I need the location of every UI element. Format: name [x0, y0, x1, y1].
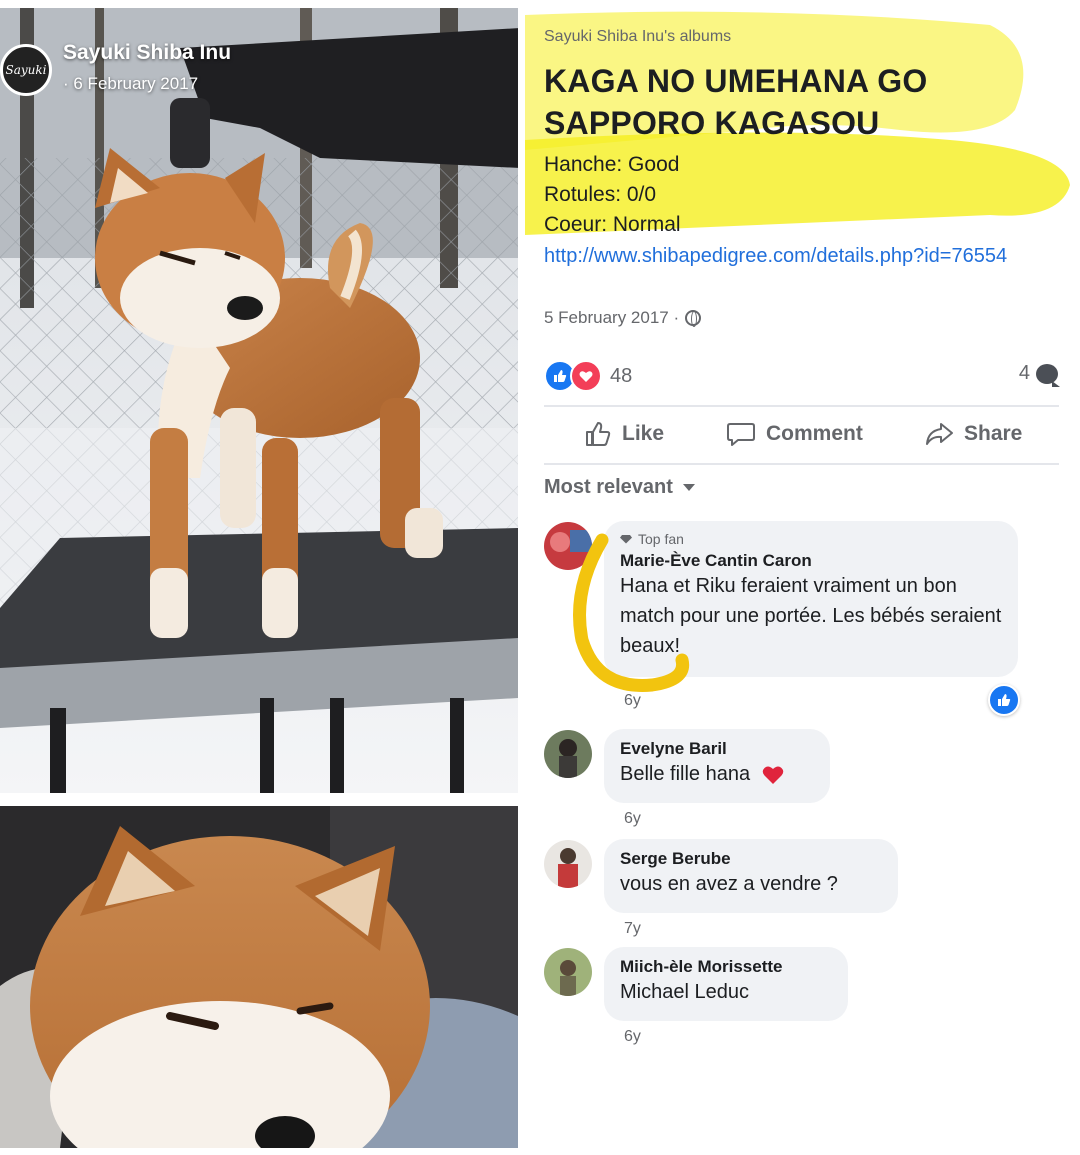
comment-bubble-icon	[1036, 363, 1060, 387]
album-date[interactable]: 5 February 2017 ·	[544, 308, 702, 328]
top-fan-badge: Top fan	[620, 531, 1002, 547]
album-title: KAGA NO UMEHANA GO SAPPORO KAGASOU	[544, 63, 928, 141]
globe-icon	[685, 310, 702, 327]
chevron-down-icon	[682, 484, 695, 491]
share-label: Share	[964, 422, 1023, 445]
comment-text: Michael Leduc	[620, 981, 749, 1003]
avatar[interactable]	[544, 522, 592, 570]
shiba-on-table-photo[interactable]: Sayuki Sayuki Shiba Inu · 6 February 201…	[0, 8, 518, 793]
comment-bubble: Evelyne Baril Belle fille hana	[604, 729, 830, 803]
comment-text-row: Belle fille hana	[620, 759, 814, 789]
shiba-closeup-image	[0, 806, 518, 1148]
comment-text: vous en avez a vendre ?	[620, 873, 838, 895]
reactions-summary[interactable]: 48	[544, 360, 632, 392]
love-reaction-icon	[570, 360, 602, 392]
sort-dropdown[interactable]: Most relevant	[544, 476, 695, 499]
comment-author[interactable]: Evelyne Baril	[620, 739, 814, 759]
post-details-panel: Sayuki Shiba Inu's albums KAGA NO UMEHAN…	[520, 0, 1080, 1155]
comment-button[interactable]: Comment	[726, 420, 863, 448]
albums-link[interactable]: Sayuki Shiba Inu's albums	[544, 28, 731, 46]
share-button[interactable]: Share	[924, 420, 1022, 448]
comment-author[interactable]: Miich-èle Morissette	[620, 957, 832, 977]
photo-column: Sayuki Sayuki Shiba Inu · 6 February 201…	[0, 0, 520, 1155]
comment-bubble: Serge Berube vous en avez a vendre ?	[604, 839, 898, 913]
like-button[interactable]: Like	[584, 420, 664, 448]
divider-bottom	[544, 463, 1059, 465]
comment-time[interactable]: 6y	[624, 1028, 641, 1046]
like-reaction-icon	[998, 694, 1011, 706]
shiba-closeup-photo[interactable]	[0, 806, 518, 1148]
top-fan-label: Top fan	[638, 531, 684, 547]
comment-time[interactable]: 6y	[624, 810, 641, 828]
page-logo-text: Sayuki	[5, 63, 47, 77]
reaction-count: 48	[610, 364, 633, 387]
page-logo-avatar[interactable]: Sayuki	[0, 44, 52, 96]
comment-count[interactable]: 4	[1018, 362, 1060, 387]
comment-count-text: 4	[1018, 362, 1030, 384]
comment-author[interactable]: Serge Berube	[620, 849, 882, 869]
like-label: Like	[622, 422, 665, 445]
comment-time[interactable]: 6y	[624, 692, 641, 710]
avatar[interactable]	[544, 948, 592, 996]
comment-text: Hana et Riku feraient vraiment un bon ma…	[620, 575, 1002, 657]
red-heart-icon	[762, 766, 783, 784]
comment-like-badge[interactable]	[988, 684, 1020, 716]
rotules-line: Rotules: 0/0	[544, 183, 657, 206]
sort-label: Most relevant	[544, 476, 673, 498]
thumbs-up-icon	[586, 422, 611, 446]
divider-top	[544, 405, 1059, 407]
comment-bubble: Top fan Marie-Ève Cantin Caron Hana et R…	[604, 521, 1018, 677]
coeur-line: Coeur: Normal	[544, 213, 681, 236]
comment-bubble: Miich-èle Morissette Michael Leduc	[604, 947, 848, 1021]
avatar[interactable]	[544, 840, 592, 888]
comment-label: Comment	[766, 422, 863, 445]
photo-date[interactable]: · 6 February 2017	[63, 74, 198, 94]
top-fan-icon	[620, 534, 632, 544]
hanche-line: Hanche: Good	[544, 153, 680, 176]
comment-text: Belle fille hana	[620, 763, 751, 785]
share-icon	[926, 423, 953, 445]
avatar[interactable]	[544, 730, 592, 778]
comment-author[interactable]: Marie-Ève Cantin Caron	[620, 551, 1002, 571]
comment-time[interactable]: 7y	[624, 920, 641, 938]
album-date-text: 5 February 2017 ·	[544, 308, 680, 327]
shiba-on-table-image	[0, 8, 518, 793]
page-name[interactable]: Sayuki Shiba Inu	[63, 41, 231, 65]
pedigree-link[interactable]: http://www.shibapedigree.com/details.php…	[544, 241, 1034, 271]
comment-icon	[727, 423, 755, 446]
